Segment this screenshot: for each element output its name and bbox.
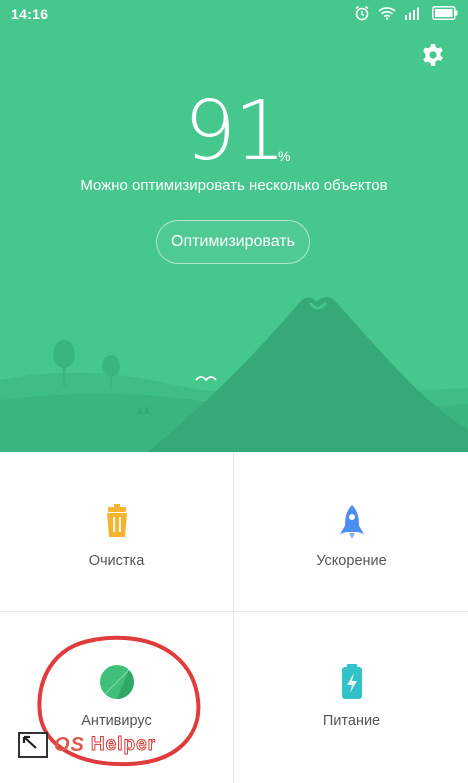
signal-icon	[404, 6, 424, 23]
battery-icon	[432, 5, 458, 23]
watermark-os: OS	[54, 733, 85, 756]
alarm-icon	[354, 5, 370, 24]
tool-power-label: Питание	[322, 713, 381, 729]
wifi-icon	[378, 6, 396, 23]
watermark: OS Helper	[18, 732, 156, 758]
header-panel: 14:16 91 % Можно оптимизировать нескольк…	[0, 0, 468, 452]
shield-circle-icon	[99, 665, 134, 699]
score-unit: %	[278, 148, 291, 164]
tool-antivirus-label: Антивирус	[81, 713, 152, 729]
score-display: 91 %	[0, 84, 468, 179]
rocket-icon	[339, 505, 364, 539]
watermark-helper: Helper	[90, 734, 157, 756]
tool-power[interactable]: Питание	[235, 612, 468, 770]
tool-cleanup-label: Очистка	[88, 553, 145, 569]
status-bar: 14:16	[0, 0, 468, 28]
watermark-logo-icon	[18, 732, 48, 758]
gear-icon[interactable]	[420, 42, 446, 68]
landscape-illustration	[0, 297, 468, 452]
score-value: 91	[183, 84, 286, 179]
tool-boost[interactable]: Ускорение	[235, 452, 468, 610]
status-time: 14:16	[11, 6, 49, 22]
battery-bolt-icon	[341, 664, 362, 699]
grid-divider-vertical	[233, 452, 234, 783]
status-subtitle: Можно оптимизировать несколько объектов	[80, 177, 388, 194]
optimize-button[interactable]: Оптимизировать	[156, 220, 310, 264]
tool-cleanup[interactable]: Очистка	[0, 452, 233, 610]
tool-boost-label: Ускорение	[316, 553, 387, 569]
trash-icon	[106, 504, 127, 537]
settings-button[interactable]	[420, 42, 446, 68]
grid-divider-horizontal	[0, 611, 468, 612]
